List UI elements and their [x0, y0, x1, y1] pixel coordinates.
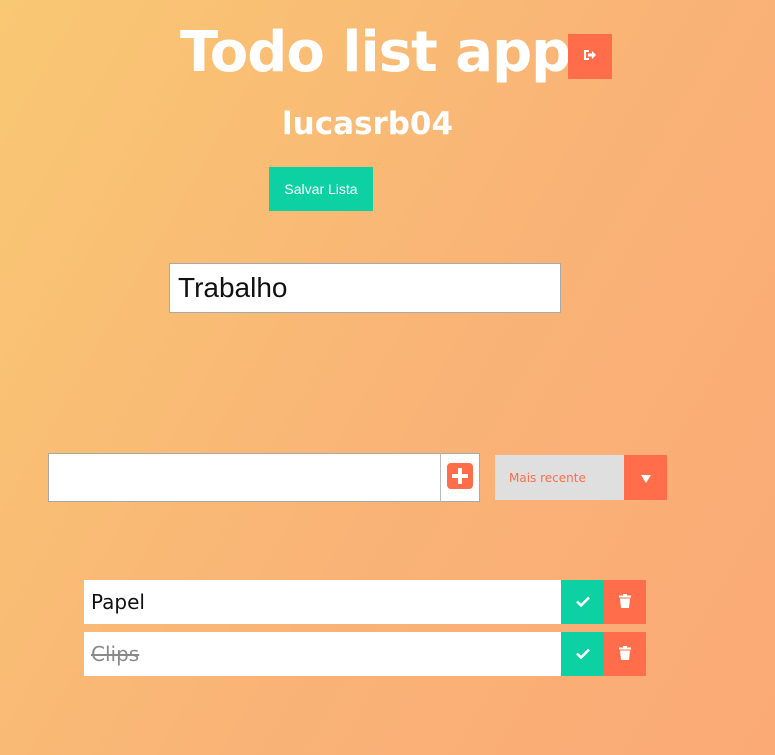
add-todo-button[interactable] — [440, 453, 480, 502]
todo-text: Papel — [84, 580, 561, 624]
new-todo-input[interactable] — [48, 453, 441, 502]
check-icon — [575, 647, 590, 662]
complete-todo-button[interactable] — [561, 580, 604, 624]
sign-out-icon — [583, 49, 597, 64]
filter-select[interactable]: Mais recente — [495, 455, 667, 500]
trash-icon — [619, 645, 631, 663]
plus-square-icon — [447, 463, 473, 492]
complete-todo-button[interactable] — [561, 632, 604, 676]
delete-todo-button[interactable] — [604, 580, 646, 624]
list-name-input[interactable] — [169, 263, 561, 313]
username: lucasrb04 — [282, 106, 454, 142]
delete-todo-button[interactable] — [604, 632, 646, 676]
todo-item: Clips — [84, 632, 646, 676]
trash-icon — [619, 593, 631, 611]
app-title: Todo list app — [180, 20, 571, 85]
todo-text: Clips — [84, 632, 561, 676]
filter-dropdown-toggle[interactable] — [624, 455, 667, 500]
check-icon — [575, 595, 590, 610]
save-list-button[interactable]: Salvar Lista — [269, 167, 373, 211]
todo-item: Papel — [84, 580, 646, 624]
caret-down-icon — [640, 468, 651, 487]
filter-selected-value: Mais recente — [495, 455, 624, 500]
logout-button[interactable] — [568, 34, 612, 79]
